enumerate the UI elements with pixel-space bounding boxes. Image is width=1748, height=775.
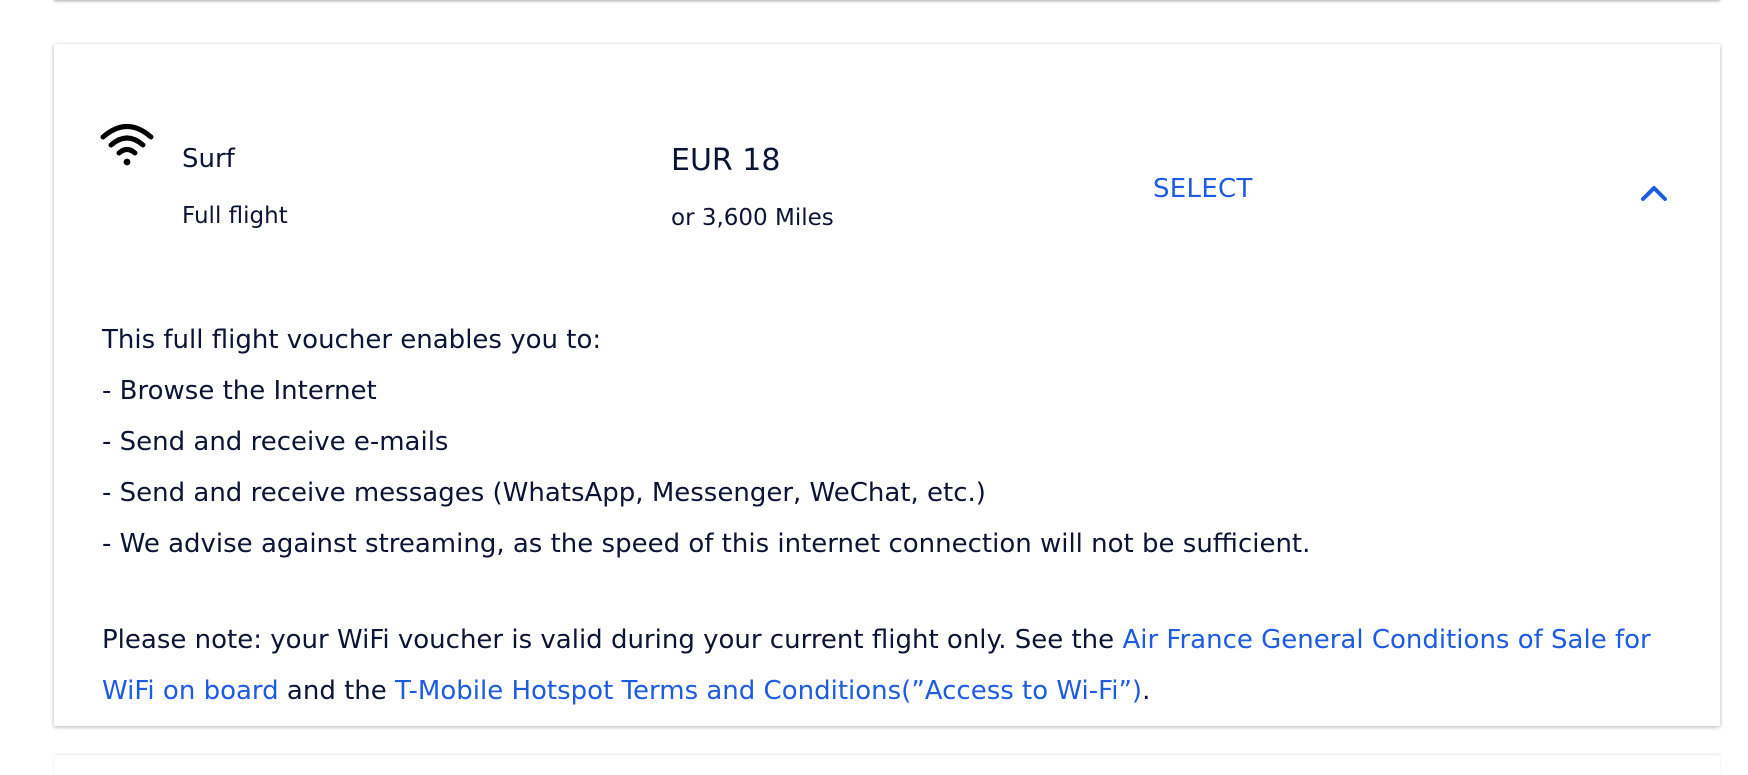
note-suffix: . bbox=[1142, 676, 1151, 706]
plan-duration: Full flight bbox=[182, 203, 288, 229]
plan-price-miles: or 3,600 Miles bbox=[671, 205, 834, 231]
description-intro: This full flight voucher enables you to: bbox=[102, 325, 602, 355]
offer-header: Surf Full flight EUR 18 or 3,600 Miles S… bbox=[54, 44, 1720, 244]
wifi-icon bbox=[100, 124, 154, 166]
list-item: - Send and receive e-mails bbox=[102, 427, 449, 457]
list-item: - Browse the Internet bbox=[102, 376, 377, 406]
voucher-note: Please note: your WiFi voucher is valid … bbox=[102, 615, 1702, 717]
wifi-offer-card: Surf Full flight EUR 18 or 3,600 Miles S… bbox=[54, 44, 1720, 726]
plan-name: Surf bbox=[182, 144, 235, 174]
plan-price: EUR 18 bbox=[671, 143, 781, 178]
tmobile-terms-link[interactable]: T-Mobile Hotspot Terms and Conditions(”A… bbox=[395, 676, 1142, 706]
chevron-up-icon[interactable] bbox=[1634, 176, 1674, 212]
select-button[interactable]: SELECT bbox=[1153, 173, 1253, 205]
list-item: - We advise against streaming, as the sp… bbox=[102, 529, 1311, 559]
next-offer-card bbox=[54, 755, 1720, 775]
note-middle: and the bbox=[278, 676, 396, 706]
note-prefix: Please note: your WiFi voucher is valid … bbox=[102, 625, 1123, 655]
offer-description: This full flight voucher enables you to:… bbox=[102, 315, 1682, 570]
list-item: - Send and receive messages (WhatsApp, M… bbox=[102, 478, 986, 508]
